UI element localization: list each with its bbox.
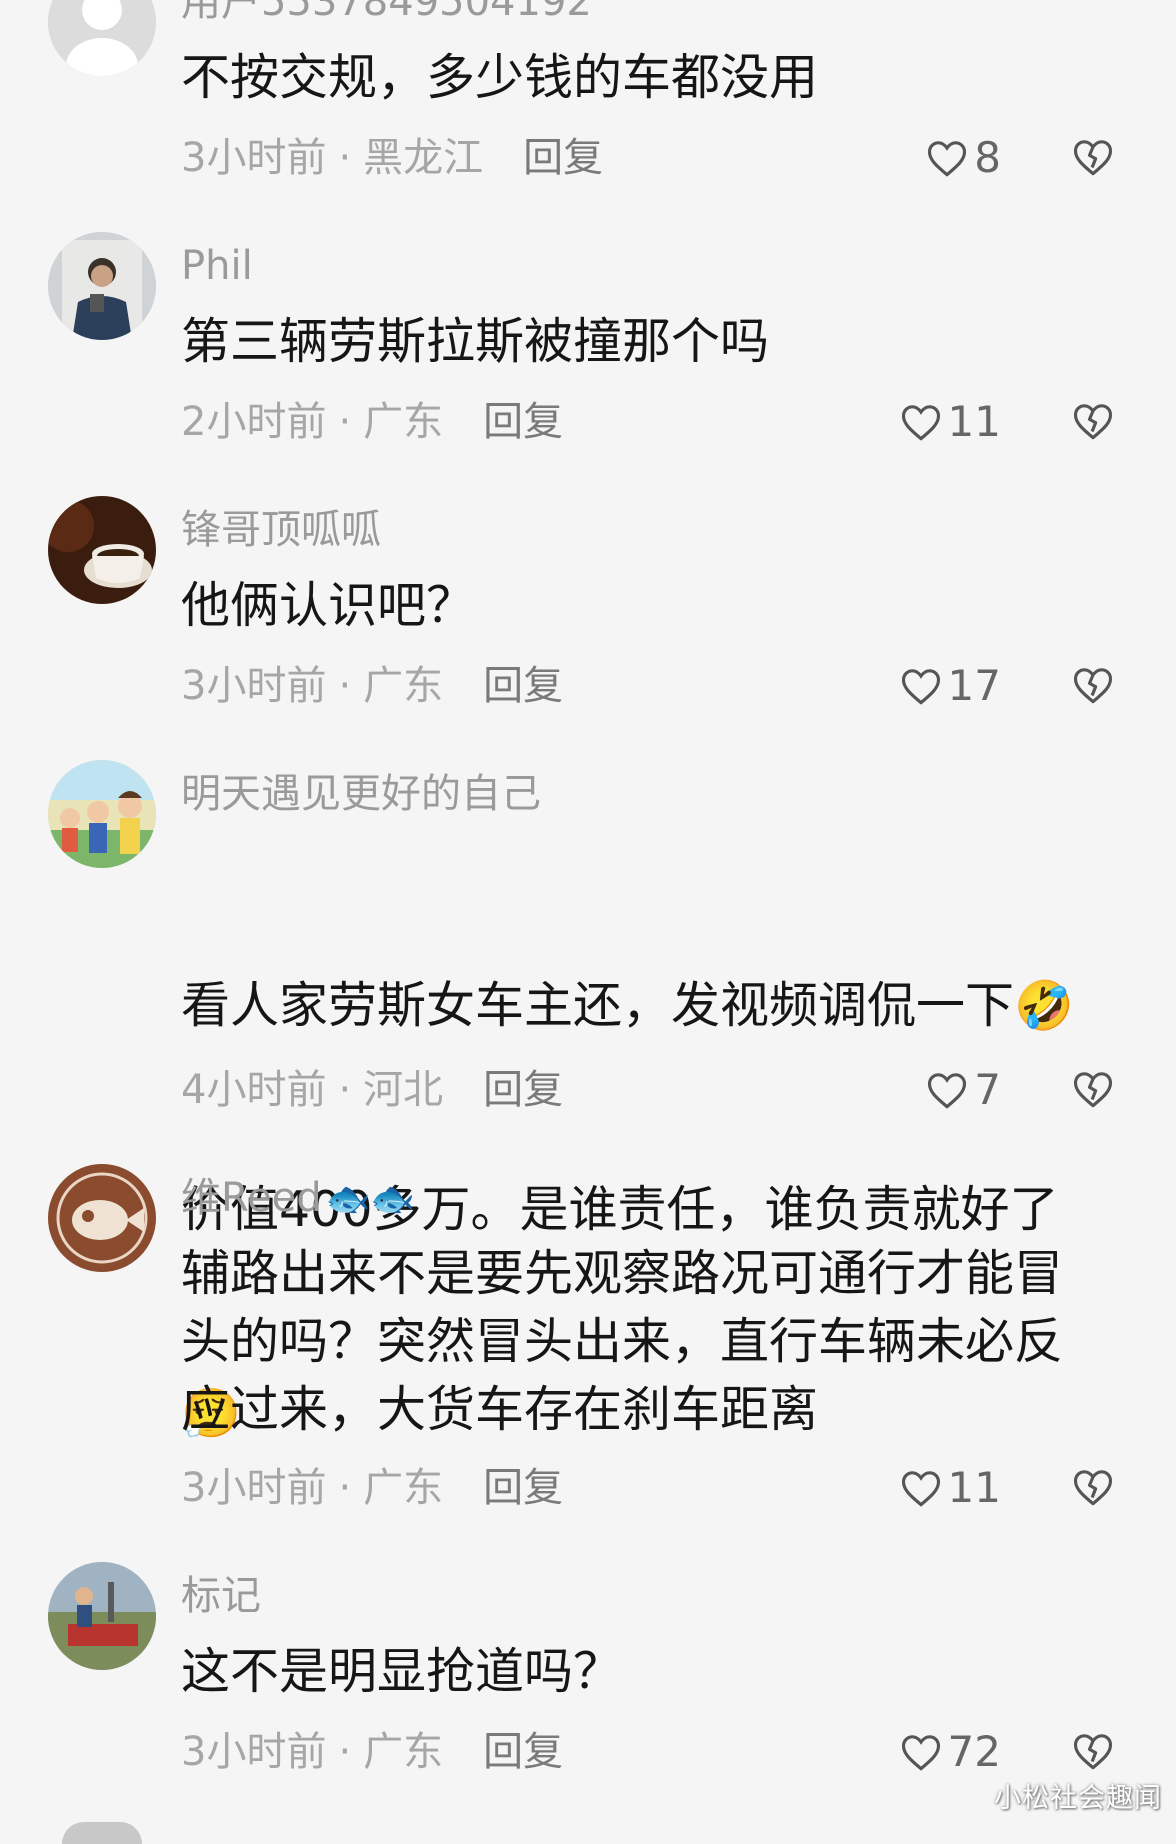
broken-heart-icon [1073, 668, 1113, 704]
dislike-button[interactable] [1072, 664, 1114, 706]
comment-location: 广东 [363, 1729, 444, 1775]
dislike-button[interactable] [1072, 1730, 1114, 1772]
comment-time: 4小时前 [181, 1067, 327, 1113]
broken-heart-icon [1073, 1072, 1113, 1108]
reply-button[interactable]: 回复 [483, 1465, 563, 1511]
separator: · [338, 1067, 352, 1113]
comment-location: 广东 [363, 663, 444, 709]
avatar[interactable] [48, 0, 156, 76]
dislike-button[interactable] [1072, 400, 1114, 442]
broken-heart-icon [1073, 140, 1113, 176]
avatar[interactable] [48, 760, 156, 868]
comment-meta: 3小时前 · 广东 回复 [181, 1464, 563, 1512]
reply-button[interactable]: 回复 [523, 135, 603, 181]
avatar[interactable] [48, 1562, 156, 1670]
username[interactable]: 维Reed 🐟🐟 [181, 1174, 415, 1224]
dislike-button[interactable] [1072, 1466, 1114, 1508]
like-button[interactable]: 17 [900, 662, 1001, 710]
separator: · [338, 1729, 352, 1775]
comment-location: 黑龙江 [363, 135, 484, 181]
comment-text: 第三辆劳斯拉斯被撞那个吗 [181, 313, 770, 370]
username[interactable]: 用户5537849504192 [181, 0, 592, 26]
username[interactable]: 明天遇见更好的自己 [181, 770, 541, 818]
comment-time: 2小时前 [181, 399, 327, 445]
comment-text: 这不是明显抢道吗？ [181, 1643, 623, 1700]
watermark: 小松社会趣闻 [994, 1783, 1162, 1814]
avatar[interactable] [48, 496, 156, 604]
separator: · [338, 1465, 352, 1511]
username[interactable]: 锋哥顶呱呱 [181, 506, 381, 554]
comment-text-line: 看人家劳斯女车主还，发视频调侃一下🤣 [181, 977, 1074, 1034]
comment-text: 辅路出来不是要先观察路况可通行才能冒头的吗？突然冒头出来，直行车辆未必反应过来，… [181, 1245, 1064, 1438]
comment-time: 3小时前 [181, 1465, 327, 1511]
comment-meta: 4小时前 · 河北 回复 [181, 1066, 563, 1114]
reply-button[interactable]: 回复 [483, 1067, 563, 1113]
dislike-button[interactable] [1072, 1068, 1114, 1110]
heart-icon [901, 669, 940, 705]
broken-heart-icon [1073, 1470, 1113, 1506]
like-count: 8 [974, 133, 1001, 182]
like-button[interactable]: 8 [926, 134, 1001, 182]
username[interactable]: Phil [181, 242, 253, 290]
like-button[interactable]: 11 [900, 398, 1001, 446]
comment-meta: 3小时前 · 黑龙江 回复 [181, 134, 603, 182]
rofl-emoji: 🤣 [1014, 978, 1074, 1034]
heart-icon [928, 141, 967, 177]
reply-button[interactable]: 回复 [483, 1729, 563, 1775]
avatar[interactable] [62, 1822, 142, 1844]
comment-location: 广东 [363, 1465, 444, 1511]
like-count: 11 [947, 1463, 1001, 1512]
broken-heart-icon [1073, 1734, 1113, 1770]
comment-meta: 3小时前 · 广东 回复 [181, 1728, 563, 1776]
reply-button[interactable]: 回复 [483, 663, 563, 709]
like-count: 7 [974, 1065, 1001, 1114]
avatar[interactable] [48, 232, 156, 340]
avatar[interactable] [48, 1164, 156, 1272]
heart-icon [901, 1735, 940, 1771]
like-count: 72 [947, 1727, 1001, 1776]
comment-meta: 3小时前 · 广东 回复 [181, 662, 563, 710]
username[interactable]: 标记 [181, 1572, 261, 1620]
broken-heart-icon [1073, 404, 1113, 440]
like-button[interactable]: 7 [926, 1066, 1001, 1114]
dislike-button[interactable] [1072, 136, 1114, 178]
comment-time: 3小时前 [181, 663, 327, 709]
separator: · [338, 399, 352, 445]
like-button[interactable]: 11 [900, 1464, 1001, 1512]
fish-badge-icon: 🐟🐟 [325, 1179, 416, 1220]
comment-time: 3小时前 [181, 1729, 327, 1775]
separator: · [338, 135, 352, 181]
comment-time: 3小时前 [181, 135, 327, 181]
like-button[interactable]: 72 [900, 1728, 1001, 1776]
separator: · [338, 663, 352, 709]
reply-button[interactable]: 回复 [483, 399, 563, 445]
comment-location: 河北 [363, 1067, 444, 1113]
comment-location: 广东 [363, 399, 444, 445]
heart-icon [901, 405, 940, 441]
like-count: 17 [947, 661, 1001, 710]
comment-meta: 2小时前 · 广东 回复 [181, 398, 563, 446]
comment-text: 不按交规，多少钱的车都没用 [181, 49, 819, 106]
heart-icon [928, 1073, 967, 1109]
like-count: 11 [947, 397, 1001, 446]
comment-text: 他俩认识吧？ [181, 577, 476, 634]
heart-icon [901, 1471, 940, 1507]
